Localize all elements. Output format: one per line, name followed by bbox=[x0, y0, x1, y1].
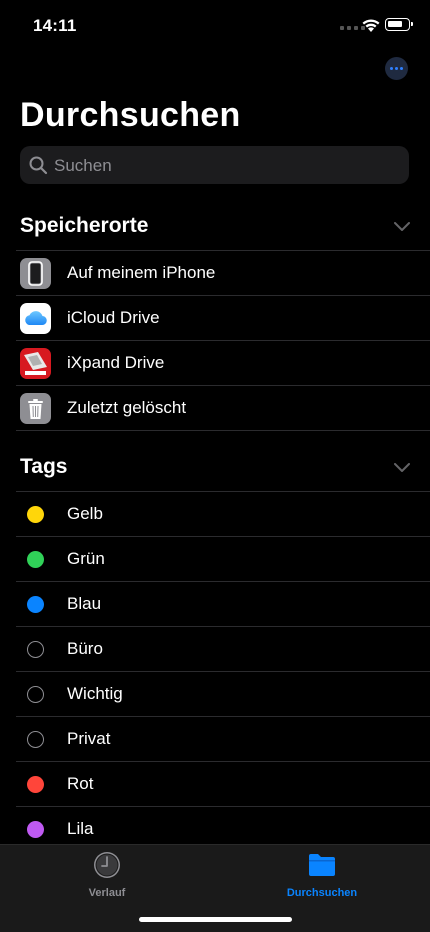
chevron-down-icon[interactable] bbox=[394, 222, 410, 232]
tag-label: Rot bbox=[67, 774, 93, 794]
wifi-icon bbox=[361, 17, 381, 33]
tab-label: Verlauf bbox=[37, 887, 177, 899]
ixpand-drive-icon bbox=[20, 348, 51, 379]
tab-label: Durchsuchen bbox=[252, 887, 392, 899]
tags-heading: Tags bbox=[20, 455, 67, 479]
tag-label: Gelb bbox=[67, 504, 103, 524]
tag-label: Grün bbox=[67, 549, 105, 569]
tag-item[interactable]: Rot bbox=[0, 762, 430, 807]
location-item-recently-deleted[interactable]: Zuletzt gelöscht bbox=[0, 386, 430, 431]
ellipsis-icon bbox=[390, 67, 393, 70]
trash-icon bbox=[20, 393, 51, 424]
tag-item[interactable]: Wichtig bbox=[0, 672, 430, 717]
tag-label: Büro bbox=[67, 639, 103, 659]
more-options-button[interactable] bbox=[385, 57, 408, 80]
location-label: iXpand Drive bbox=[67, 353, 164, 373]
tag-color-dot bbox=[27, 506, 44, 523]
tag-item[interactable]: Privat bbox=[0, 717, 430, 762]
tag-color-dot bbox=[27, 596, 44, 613]
search-bar[interactable] bbox=[20, 146, 409, 184]
location-item-ixpand-drive[interactable]: iXpand Drive bbox=[0, 341, 430, 386]
locations-section-header[interactable]: Speicherorte bbox=[20, 214, 410, 244]
tag-color-dot bbox=[27, 641, 44, 658]
location-item-icloud-drive[interactable]: iCloud Drive bbox=[0, 296, 430, 341]
tag-color-dot bbox=[27, 551, 44, 568]
tag-item[interactable]: Gelb bbox=[0, 492, 430, 537]
tag-item[interactable]: Grün bbox=[0, 537, 430, 582]
location-item-on-my-iphone[interactable]: Auf meinem iPhone bbox=[0, 251, 430, 296]
tag-label: Blau bbox=[67, 594, 101, 614]
status-time: 14:11 bbox=[33, 16, 77, 36]
tag-item[interactable]: Büro bbox=[0, 627, 430, 672]
tag-color-dot bbox=[27, 731, 44, 748]
location-label: Zuletzt gelöscht bbox=[67, 398, 186, 418]
tag-color-dot bbox=[27, 821, 44, 838]
tab-durchsuchen[interactable]: Durchsuchen bbox=[252, 851, 392, 899]
tag-label: Privat bbox=[67, 729, 110, 749]
tag-label: Lila bbox=[67, 819, 93, 839]
battery-icon bbox=[385, 18, 410, 31]
icloud-icon bbox=[20, 303, 51, 334]
iphone-icon bbox=[20, 258, 51, 289]
search-input[interactable] bbox=[52, 146, 396, 186]
home-indicator bbox=[139, 917, 292, 922]
clock-icon bbox=[93, 851, 121, 879]
tag-color-dot bbox=[27, 776, 44, 793]
locations-heading: Speicherorte bbox=[20, 214, 148, 238]
page-title: Durchsuchen bbox=[20, 96, 241, 135]
tab-verlauf[interactable]: Verlauf bbox=[37, 851, 177, 899]
tag-color-dot bbox=[27, 686, 44, 703]
location-label: Auf meinem iPhone bbox=[67, 263, 215, 283]
tag-label: Wichtig bbox=[67, 684, 123, 704]
chevron-down-icon[interactable] bbox=[394, 463, 410, 473]
location-label: iCloud Drive bbox=[67, 308, 160, 328]
status-bar: 14:11 bbox=[0, 0, 430, 50]
tags-section-header[interactable]: Tags bbox=[20, 455, 410, 485]
folder-icon bbox=[307, 851, 337, 879]
search-icon bbox=[29, 156, 48, 175]
tag-item[interactable]: Blau bbox=[0, 582, 430, 627]
